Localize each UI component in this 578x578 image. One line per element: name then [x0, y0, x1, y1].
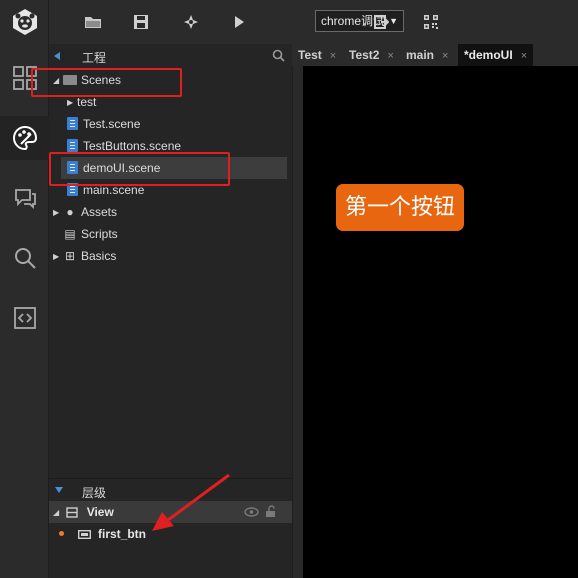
scene-file-icon: [67, 117, 78, 130]
annotation-box-scenes: [31, 68, 182, 97]
tree-item-scripts[interactable]: ▤ Scripts: [63, 223, 118, 245]
chat-icon[interactable]: [0, 176, 49, 220]
close-icon[interactable]: ×: [521, 50, 527, 62]
view-node-icon: [66, 507, 79, 518]
search-icon[interactable]: [0, 236, 49, 280]
exit-icon[interactable]: [371, 12, 391, 32]
close-icon[interactable]: ×: [387, 50, 393, 62]
collapsed-triangle-icon[interactable]: ▶: [53, 246, 63, 268]
close-icon[interactable]: ×: [330, 50, 336, 62]
tab-test2[interactable]: Test2 ×: [349, 44, 394, 66]
globe-icon: ●: [66, 205, 74, 219]
hierarchy-label: View: [86, 505, 114, 519]
panel-divider[interactable]: [292, 44, 303, 578]
hierarchy-panel: 层级 ◢ View first_btn: [49, 478, 292, 578]
orange-dot-icon: [59, 531, 64, 536]
search-icon[interactable]: [272, 49, 285, 62]
monkey-logo-icon[interactable]: [0, 0, 49, 44]
tab-test[interactable]: Test ×: [298, 44, 336, 66]
tree-label: Test.scene: [83, 117, 141, 131]
qr-code-icon[interactable]: [421, 12, 441, 32]
hierarchy-panel-title: 层级: [82, 486, 107, 500]
collapse-left-icon[interactable]: [54, 52, 60, 60]
tree-label: Basics: [81, 249, 117, 263]
scene-file-icon: [67, 139, 78, 152]
eye-icon[interactable]: [244, 507, 259, 517]
tab-label: Test: [298, 48, 322, 62]
tab-label: *demoUI: [464, 48, 513, 62]
project-panel-title: 工程: [82, 51, 107, 65]
hierarchy-item-first-btn[interactable]: first_btn: [59, 523, 146, 545]
tree-label: Assets: [81, 205, 118, 219]
tree-label: Scripts: [81, 227, 118, 241]
unlock-icon[interactable]: [265, 505, 277, 518]
expanded-triangle-icon[interactable]: ◢: [53, 502, 63, 524]
button-node-icon: [77, 529, 92, 539]
tab-label: Test2: [349, 48, 380, 62]
publish-icon[interactable]: [181, 12, 201, 32]
collapse-down-icon[interactable]: [55, 487, 63, 493]
tab-label: main: [406, 48, 435, 62]
tab-demoui[interactable]: *demoUI ×: [458, 44, 534, 66]
tree-item-basics[interactable]: ▶ ⊞ Basics: [53, 245, 116, 267]
scene-button-first-btn[interactable]: 第一个按钮: [336, 184, 464, 231]
top-toolbar: chrome调试 ▼: [49, 0, 578, 44]
hierarchy-item-view[interactable]: ◢ View: [49, 501, 292, 523]
save-icon[interactable]: [131, 12, 151, 32]
tab-main[interactable]: main ×: [406, 44, 448, 66]
editor-tabs-bar: Test × Test2 × main × *demoUI ×: [292, 44, 578, 66]
collapsed-triangle-icon[interactable]: ▶: [53, 202, 63, 224]
tree-label: TestButtons.scene: [83, 139, 182, 153]
code-bracket-icon[interactable]: [0, 296, 49, 340]
hierarchy-label: first_btn: [98, 527, 146, 541]
play-icon[interactable]: [229, 12, 249, 32]
components-icon: ⊞: [64, 249, 76, 263]
tree-item-test-scene[interactable]: Test.scene: [67, 113, 140, 135]
tree-label: test: [77, 95, 97, 109]
folder-icon[interactable]: [83, 12, 103, 32]
scene-canvas[interactable]: 第一个按钮: [303, 66, 578, 578]
palette-icon[interactable]: [0, 116, 49, 160]
close-icon[interactable]: ×: [442, 50, 448, 62]
script-icon: ▤: [64, 227, 76, 241]
project-panel: 工程 ◢ Scenes ▶ test Test.scene TestButtons.…: [49, 44, 292, 478]
annotation-box-demoui: [49, 152, 230, 186]
tree-item-assets[interactable]: ▶ ● Assets: [53, 201, 117, 223]
project-panel-header: 工程: [49, 44, 292, 66]
